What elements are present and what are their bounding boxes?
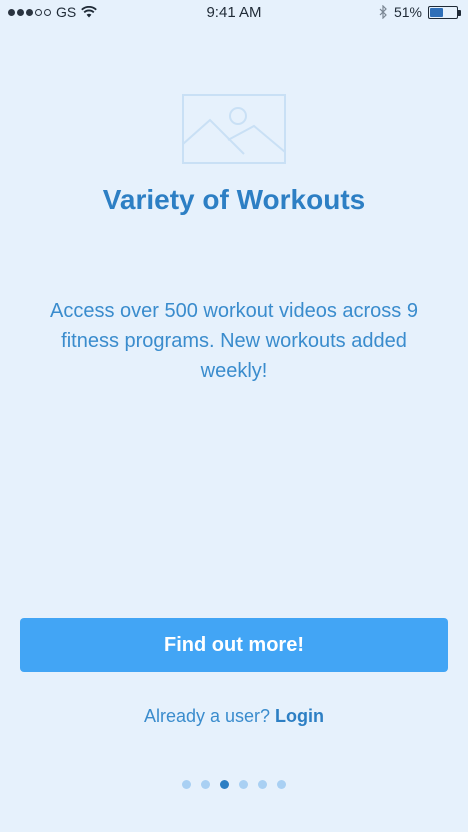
page-indicator-dot[interactable]	[182, 780, 191, 789]
onboarding-screen: GS 9:41 AM 51% Variety of Workouts Acces…	[0, 0, 468, 832]
login-link[interactable]: Login	[275, 706, 324, 726]
bluetooth-icon	[379, 5, 387, 19]
page-title: Variety of Workouts	[102, 184, 366, 215]
battery-percent: 51%	[393, 4, 422, 20]
page-indicator-dot[interactable]	[277, 780, 286, 789]
status-right: 51%	[379, 4, 461, 20]
page-indicator-dot[interactable]	[239, 780, 248, 789]
image-placeholder-icon	[182, 94, 286, 164]
battery-level-fill	[430, 7, 443, 17]
onboarding-description: Access over 500 workout videos across 9 …	[50, 300, 418, 382]
page-indicator-dot[interactable]	[201, 780, 210, 789]
battery-icon	[428, 5, 461, 19]
page-indicator-dot[interactable]	[258, 780, 267, 789]
find-out-more-button[interactable]: Find out more!	[20, 618, 448, 672]
page-indicator-dot[interactable]	[220, 780, 229, 789]
login-row: Already a user? Login	[0, 706, 468, 727]
status-bar: GS 9:41 AM 51%	[0, 0, 468, 26]
page-indicator	[0, 780, 468, 789]
login-prompt: Already a user?	[143, 706, 271, 726]
